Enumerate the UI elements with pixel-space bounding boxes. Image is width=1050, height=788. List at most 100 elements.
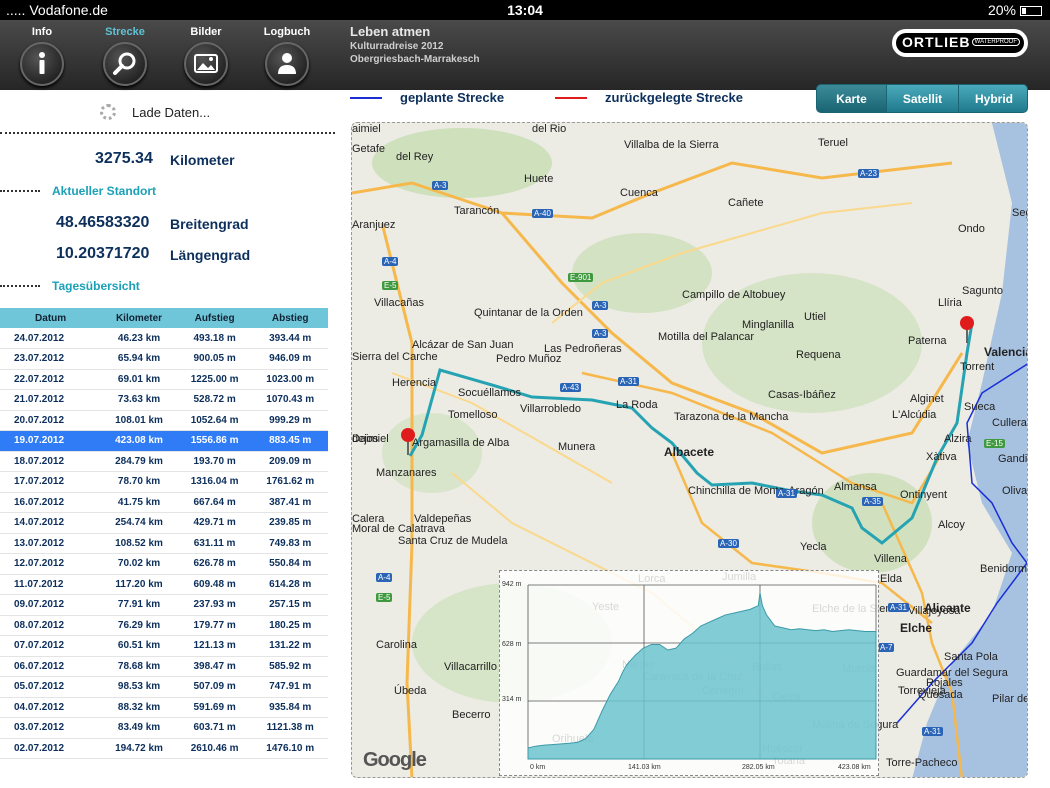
col-header-km: Kilometer [101,308,177,328]
legend-traveled-swatch [555,97,587,99]
cell-km: 423.08 km [101,430,177,452]
table-row[interactable]: 22.07.2012 69.01 km 1225.00 m 1023.00 m [0,369,328,390]
table-row[interactable]: 11.07.2012 117.20 km 609.48 m 614.28 m [0,574,328,595]
road-marker: A-31 [776,489,797,498]
daily-overview-table: Datum Kilometer Aufstieg Abstieg 24.07.2… [0,308,328,759]
table-row[interactable]: 02.07.2012 194.72 km 2610.46 m 1476.10 m [0,738,328,759]
table-row[interactable]: 17.07.2012 78.70 km 1316.04 m 1761.62 m [0,471,328,493]
table-row[interactable]: 21.07.2012 73.63 km 528.72 m 1070.43 m [0,389,328,411]
table-row[interactable]: 07.07.2012 60.51 km 121.13 m 131.22 m [0,635,328,657]
top-navigation: Info Strecke Bilder Logbuch Leben atmen … [0,20,1050,90]
map-place-label: Tomelloso [448,409,498,421]
cell-ascent: 631.11 m [176,533,253,554]
cell-descent: 1121.38 m [252,717,328,739]
map-place-label: Socuéllamos [458,387,521,399]
cell-descent: 387.41 m [252,492,328,513]
map-type-satellit[interactable]: Satellit [887,85,959,112]
cell-date: 23.07.2012 [0,348,102,370]
table-row[interactable]: 05.07.2012 98.53 km 507.09 m 747.91 m [0,676,328,698]
cell-ascent: 609.48 m [176,574,253,595]
road-marker: E-15 [984,439,1005,448]
cell-km: 78.68 km [101,656,177,677]
map-place-label: Alzira [944,433,972,445]
table-row[interactable]: 04.07.2012 88.32 km 591.69 m 935.84 m [0,697,328,718]
legend-traveled-label: zurückgelegte Strecke [605,90,744,105]
cell-descent: 1476.10 m [252,738,328,759]
spinner-icon [100,104,116,120]
cell-ascent: 179.77 m [176,615,253,636]
map-place-label: dejos [352,433,379,445]
google-attribution: Google [363,749,427,771]
cell-ascent: 507.09 m [176,676,253,698]
map-place-label: Segorbe [1012,207,1027,219]
cell-ascent: 626.78 m [176,553,253,575]
cell-descent: 209.09 m [252,451,328,472]
overview-heading: Tagesübersicht [52,279,140,293]
table-row[interactable]: 16.07.2012 41.75 km 667.64 m 387.41 m [0,492,328,513]
total-km-unit: Kilometer [170,152,235,168]
map-place-label: Quesada [918,689,963,701]
map-place-label: Getafe [352,143,386,155]
battery-icon [1020,6,1042,16]
map-place-label: Oliva [1002,485,1028,497]
forest-area [382,413,482,493]
loading-text: Lade Daten... [132,105,211,120]
road-marker: A-7 [878,643,895,652]
cell-date: 18.07.2012 [0,451,102,472]
map-place-label: Utiel [804,311,827,323]
table-row[interactable]: 19.07.2012 423.08 km 1556.86 m 883.45 m [0,430,328,452]
map-type-karte[interactable]: Karte [817,85,887,112]
map-place-label: Quintanar de la Orden [474,307,583,319]
loading-indicator: Lade Daten... [100,104,210,120]
y-tick-label: 628 m [502,641,522,648]
map-type-segmented-control: Karte Satellit Hybrid [816,84,1028,113]
map-place-label: Villacañas [374,297,424,309]
x-tick-label: 423.08 km [838,764,871,771]
table-row[interactable]: 12.07.2012 70.02 km 626.78 m 550.84 m [0,553,328,575]
table-row[interactable]: 20.07.2012 108.01 km 1052.64 m 999.29 m [0,410,328,431]
cell-km: 117.20 km [101,574,177,595]
map-place-label: Motilla del Palancar [658,331,754,343]
cell-descent: 180.25 m [252,615,328,636]
map-place-label: Valencia [984,345,1028,359]
table-row[interactable]: 03.07.2012 83.49 km 603.71 m 1121.38 m [0,717,328,739]
cell-date: 11.07.2012 [0,574,102,595]
table-row[interactable]: 14.07.2012 254.74 km 429.71 m 239.85 m [0,512,328,534]
table-row[interactable]: 24.07.2012 46.23 km 493.18 m 393.44 m [0,328,328,349]
table-row[interactable]: 23.07.2012 65.94 km 900.05 m 946.09 m [0,348,328,370]
cell-km: 41.75 km [101,492,177,513]
cell-ascent: 591.69 m [176,697,253,718]
cell-date: 06.07.2012 [0,656,102,677]
map-place-label: Villacarrillo [444,661,497,673]
map-place-label: Torre-Pacheco [886,757,958,769]
map-place-label: Las Pedroñeras [544,343,622,355]
road-marker: A-31 [922,727,943,736]
logo-badge: WATERPROOF [971,38,1020,46]
nav-item-bilder[interactable]: Bilder [171,20,241,86]
cell-ascent: 2610.46 m [176,738,253,759]
table-row[interactable]: 13.07.2012 108.52 km 631.11 m 749.83 m [0,533,328,554]
divider [0,190,40,192]
battery-indicator: 20% [988,2,1042,18]
nav-item-info[interactable]: Info [7,20,77,86]
cell-date: 08.07.2012 [0,615,102,636]
cell-descent: 1761.62 m [252,471,328,493]
map-place-label: Xàtiva [926,451,957,463]
map-type-hybrid[interactable]: Hybrid [959,85,1027,112]
table-row[interactable]: 06.07.2012 78.68 km 398.47 m 585.92 m [0,656,328,677]
table-row[interactable]: 08.07.2012 76.29 km 179.77 m 180.25 m [0,615,328,636]
map-place-label: Aranjuez [352,219,396,231]
road-marker: A-31 [618,377,639,386]
map-place-label: Cuenca [620,187,658,199]
table-row[interactable]: 18.07.2012 284.79 km 193.70 m 209.09 m [0,451,328,472]
map-place-label: Alginet [910,393,944,405]
nav-item-strecke[interactable]: Strecke [90,20,160,86]
cell-km: 108.52 km [101,533,177,554]
cell-date: 04.07.2012 [0,697,102,718]
nav-item-logbuch[interactable]: Logbuch [252,20,322,86]
cell-descent: 1023.00 m [252,369,328,390]
road-marker: A-4 [382,257,399,266]
map-place-label: del Rey [396,151,434,163]
table-row[interactable]: 09.07.2012 77.91 km 237.93 m 257.15 m [0,594,328,616]
cell-date: 22.07.2012 [0,369,102,390]
